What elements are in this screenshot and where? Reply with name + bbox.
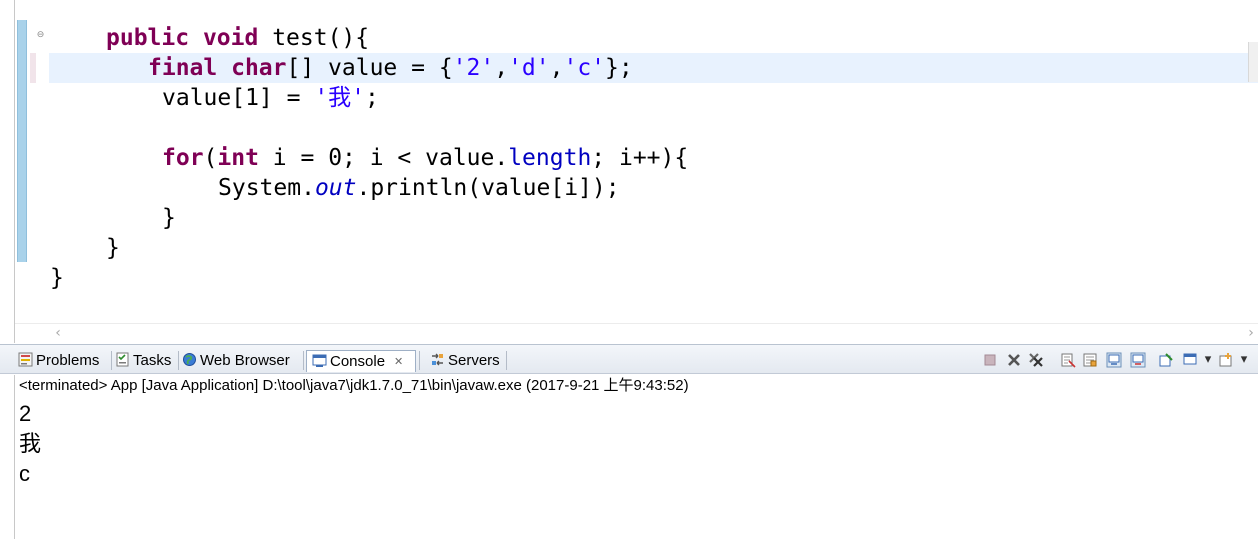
console-border: [14, 375, 15, 539]
code-text: ,: [549, 55, 564, 81]
string-literal: 'c': [563, 55, 606, 81]
tasks-icon: [116, 352, 129, 367]
clear-console-icon[interactable]: [1060, 352, 1076, 368]
chevron-down-icon[interactable]: ▾: [1236, 352, 1252, 368]
horizontal-scrollbar[interactable]: ‹ ›: [15, 323, 1258, 343]
console-process-label: <terminated> App [Java Application] D:\t…: [16, 375, 1258, 397]
tab-servers[interactable]: Servers: [430, 350, 500, 372]
servers-icon: [432, 353, 443, 366]
remove-all-launches-icon[interactable]: [1028, 352, 1044, 368]
console-output-line: 我: [19, 431, 42, 456]
field-reference: length: [508, 145, 592, 171]
code-line-8[interactable]: }: [50, 263, 64, 293]
overview-ruler[interactable]: [1248, 42, 1258, 82]
tab-problems[interactable]: Problems: [18, 350, 99, 372]
code-text: (: [203, 145, 218, 171]
keyword: final: [148, 55, 218, 81]
code-text: .println(value[i]);: [356, 175, 620, 201]
code-text: };: [605, 55, 633, 81]
remove-launch-icon[interactable]: [1006, 352, 1022, 368]
code-editor[interactable]: ⊖ public void test(){ final char[] value…: [0, 0, 1258, 343]
tab-console[interactable]: Console ✕: [306, 350, 416, 372]
keyword: for: [162, 145, 204, 171]
string-literal: 'd': [508, 55, 550, 81]
line-marker: [30, 53, 36, 83]
code-line-4[interactable]: for(int i = 0; i < value.length; i++){: [162, 143, 688, 173]
string-literal: '2': [452, 55, 495, 81]
console-output-line: 2: [19, 401, 32, 426]
code-line-1[interactable]: public void test(){: [106, 23, 369, 53]
terminate-icon[interactable]: [982, 352, 998, 368]
tab-label: Tasks: [133, 352, 172, 369]
tab-label: Console: [330, 353, 386, 370]
tab-divider: [303, 351, 304, 370]
tab-divider: [111, 351, 112, 370]
show-on-stderr-icon[interactable]: [1130, 352, 1146, 368]
tab-divider: [419, 351, 420, 370]
tab-divider: [506, 351, 507, 370]
pin-console-icon[interactable]: [1158, 352, 1174, 368]
keyword: int: [217, 145, 259, 171]
globe-icon: [183, 353, 196, 367]
code-line-2[interactable]: final char[] value = {'2','d','c'};: [148, 53, 633, 83]
code-line-3[interactable]: value[1] = '我';: [162, 83, 379, 113]
code-text: test(){: [258, 25, 370, 51]
code-text: }: [162, 205, 176, 231]
console-output[interactable]: 2 我 c: [19, 399, 41, 489]
code-text: System.: [218, 175, 315, 201]
code-text: }: [106, 235, 120, 261]
fold-collapse-icon[interactable]: ⊖: [36, 31, 45, 40]
code-line-6[interactable]: }: [162, 203, 176, 233]
keyword: public: [106, 25, 190, 51]
problems-icon: [18, 352, 33, 367]
code-line-7[interactable]: }: [106, 233, 120, 263]
tab-label: Servers: [448, 352, 500, 369]
scroll-left-icon[interactable]: ‹: [51, 324, 65, 343]
keyword: char: [231, 55, 287, 81]
tab-divider: [178, 351, 179, 370]
code-text: ;: [365, 85, 379, 111]
code-line-5[interactable]: System.out.println(value[i]);: [218, 173, 620, 203]
tab-tasks[interactable]: Tasks: [115, 350, 171, 372]
keyword: void: [202, 25, 259, 51]
scroll-right-icon[interactable]: ›: [1244, 324, 1258, 343]
close-tab-icon[interactable]: ✕: [394, 355, 403, 368]
code-text: [] value = {: [286, 55, 453, 81]
view-tab-bar: Problems Tasks Web Browser Console ✕ Serv: [0, 344, 1258, 374]
open-console-icon[interactable]: [1218, 352, 1234, 368]
tab-label: Web Browser: [200, 352, 290, 369]
show-on-stdout-icon[interactable]: [1106, 352, 1122, 368]
code-text: }: [50, 265, 64, 291]
change-ruler: [17, 20, 27, 262]
display-console-icon[interactable]: [1182, 352, 1198, 368]
code-text: ; i++){: [591, 145, 689, 171]
tab-label: Problems: [36, 352, 100, 369]
console-output-line: c: [19, 461, 30, 486]
code-text: i = 0; i < value.: [258, 145, 509, 171]
scroll-lock-icon[interactable]: [1082, 352, 1098, 368]
console-icon: [312, 354, 327, 368]
chevron-down-icon[interactable]: ▾: [1200, 352, 1216, 368]
static-field-reference: out: [314, 175, 357, 201]
string-literal: '我': [314, 85, 366, 111]
tab-web-browser[interactable]: Web Browser: [182, 350, 290, 372]
code-text: ,: [494, 55, 509, 81]
editor-border: [14, 0, 15, 343]
code-text: value[1] =: [162, 85, 315, 111]
